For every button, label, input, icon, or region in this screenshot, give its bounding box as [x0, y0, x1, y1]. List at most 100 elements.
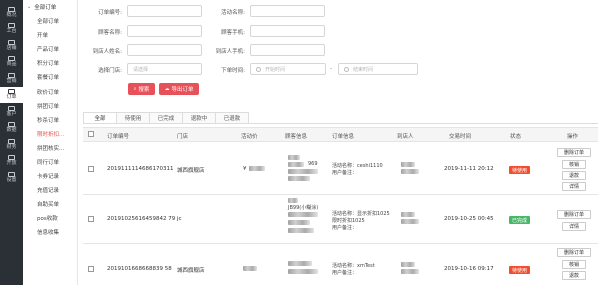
detail-button[interactable]: 详情	[562, 182, 586, 191]
nav-item-open[interactable]: 开放	[0, 153, 23, 170]
trade-time: 2019-10-16 09:17	[444, 266, 494, 272]
detail-button[interactable]: 详情	[562, 222, 586, 231]
nav-item-store[interactable]: 店铺	[0, 37, 23, 54]
order-info-discount: 限时折扣1025	[332, 218, 365, 224]
masked-arrival	[401, 269, 419, 274]
delete-order-button[interactable]: 删除订单	[557, 248, 591, 257]
row-checkbox[interactable]	[88, 216, 94, 222]
submenu-item-product-orders[interactable]: 产品订单	[23, 42, 77, 56]
nav-item-workbench[interactable]: 工台	[0, 21, 23, 38]
delete-order-button[interactable]: 删除订单	[557, 210, 591, 219]
customer-info: 969	[308, 161, 318, 167]
nav-item-finance[interactable]: 财务	[0, 136, 23, 153]
col-order-no: 订单编号	[107, 134, 130, 140]
masked-customer	[288, 198, 298, 203]
finance-icon	[8, 138, 15, 144]
end-date-picker[interactable]: 结束时间	[338, 63, 418, 75]
submenu-item-recharge-records[interactable]: 充值记录	[23, 183, 77, 197]
submenu-item-points-orders[interactable]: 积分订单	[23, 56, 77, 70]
arrival-name-input[interactable]	[127, 44, 202, 56]
trade-time: 2019-11-11 20:12	[444, 166, 494, 172]
status-badge: 已完成	[509, 216, 531, 224]
store-name: jc	[177, 216, 182, 222]
nav-item-data[interactable]: 数据	[0, 120, 23, 137]
order-time-label: 下单时间:	[221, 68, 245, 74]
row-checkbox[interactable]	[88, 266, 94, 272]
status-badge: 待使用	[509, 166, 531, 174]
start-date-placeholder: 开始时间	[265, 66, 286, 73]
customer-name-input[interactable]	[127, 25, 202, 37]
store-name: 城西旗舰店	[177, 168, 205, 174]
verify-button[interactable]: 核销	[562, 260, 586, 269]
clock-icon	[344, 66, 349, 72]
arrival-name-label: 到店人姓名:	[92, 49, 122, 55]
masked-price	[243, 266, 257, 271]
nav-item-order[interactable]: 订单	[0, 86, 23, 103]
nav-label: 财务	[6, 143, 17, 150]
col-store: 门店	[177, 134, 189, 140]
submenu-item-group-orders[interactable]: 拼团订单	[23, 99, 77, 113]
nav-label: 店铺	[6, 44, 17, 51]
customer-phone-input[interactable]	[250, 25, 325, 37]
search-button[interactable]: ⌕ 搜索	[128, 83, 155, 95]
customer-icon	[8, 105, 15, 111]
submenu-item-discount-orders[interactable]: 限时折扣...	[23, 127, 77, 141]
export-orders-button[interactable]: ☁ 导出订单	[159, 83, 199, 95]
masked-customer	[288, 162, 304, 167]
verify-button[interactable]: 核销	[562, 160, 586, 169]
nav-label: 商品	[6, 61, 17, 68]
submenu-item-all-orders[interactable]: 全部订单	[23, 14, 77, 28]
select-all-checkbox[interactable]	[88, 131, 94, 137]
submenu-header[interactable]: ⌄ 全部订单	[23, 0, 77, 14]
submenu-item-self-pay[interactable]: 自助买单	[23, 197, 77, 211]
submenu-item-coupon-records[interactable]: 卡券记录	[23, 169, 77, 183]
refund-button[interactable]: 退款	[562, 271, 586, 280]
activity-price: ¥	[243, 166, 247, 172]
submenu-item-peer-orders[interactable]: 同行订单	[23, 155, 77, 169]
submenu-item-bargain-orders[interactable]: 砍价订单	[23, 84, 77, 98]
nav-item-settings[interactable]: 设置	[0, 169, 23, 186]
arrival-phone-input[interactable]	[250, 44, 325, 56]
customer-phone-label: 顾客手机:	[221, 30, 245, 36]
masked-price	[249, 166, 265, 171]
customer-name-label: 顾客名称:	[98, 30, 122, 36]
trade-time: 2019-10-25 00:45	[444, 216, 494, 222]
start-date-picker[interactable]: 开始时间	[250, 63, 326, 75]
row-checkbox[interactable]	[88, 166, 94, 172]
refund-button[interactable]: 退款	[562, 171, 586, 180]
col-activity-price: 活动价	[241, 134, 258, 140]
masked-customer	[288, 220, 310, 225]
masked-customer	[288, 169, 318, 174]
activity-name-input[interactable]	[250, 5, 325, 17]
delete-order-button[interactable]: 删除订单	[557, 148, 591, 157]
end-date-placeholder: 结束时间	[353, 66, 374, 73]
main-content: 订单编号: 活动名称: 顾客名称: 顾客手机: 到店人姓名: 到店人手机: 选择…	[79, 0, 600, 285]
col-status: 状态	[510, 134, 522, 140]
submenu-item-group-verify[interactable]: 拼团核实...	[23, 141, 77, 155]
masked-customer	[288, 261, 312, 266]
submenu-item-pos[interactable]: pos收款	[23, 211, 77, 225]
col-arrival: 到店人	[397, 134, 414, 140]
export-button-label: 导出订单	[171, 87, 194, 93]
store-select[interactable]: 请选择	[127, 63, 202, 75]
order-info-activity: 活动名称：ceshi1110	[332, 163, 383, 169]
arrival-phone-label: 到店人手机:	[215, 49, 245, 55]
customer-info: JB99(小糊涂)	[288, 205, 319, 211]
masked-arrival	[401, 262, 415, 267]
submenu-item-create-order[interactable]: 开单	[23, 28, 77, 42]
masked-customer	[288, 155, 300, 160]
nav-item-overview[interactable]: 概况	[0, 4, 23, 21]
submenu-header-label: 全部订单	[34, 5, 57, 11]
submenu-item-info-collect[interactable]: 信息收集	[23, 225, 77, 239]
order-info-note: 用户备注：	[332, 270, 358, 276]
order-no-input[interactable]	[127, 5, 202, 17]
nav-item-marketing[interactable]: 营销	[0, 70, 23, 87]
nav-item-goods[interactable]: 商品	[0, 54, 23, 71]
table-header: 订单编号 门店 活动价 顾客信息 订单信息 到店人 交易时间 状态 操作	[83, 127, 598, 142]
submenu-item-package-orders[interactable]: 套餐订单	[23, 70, 77, 84]
masked-arrival	[401, 212, 415, 217]
submenu-item-flash-orders[interactable]: 秒杀订单	[23, 113, 77, 127]
export-icon: ☁	[164, 86, 170, 92]
order-no: 20191025616459842 79	[107, 216, 176, 222]
nav-item-customer[interactable]: 客户	[0, 103, 23, 120]
